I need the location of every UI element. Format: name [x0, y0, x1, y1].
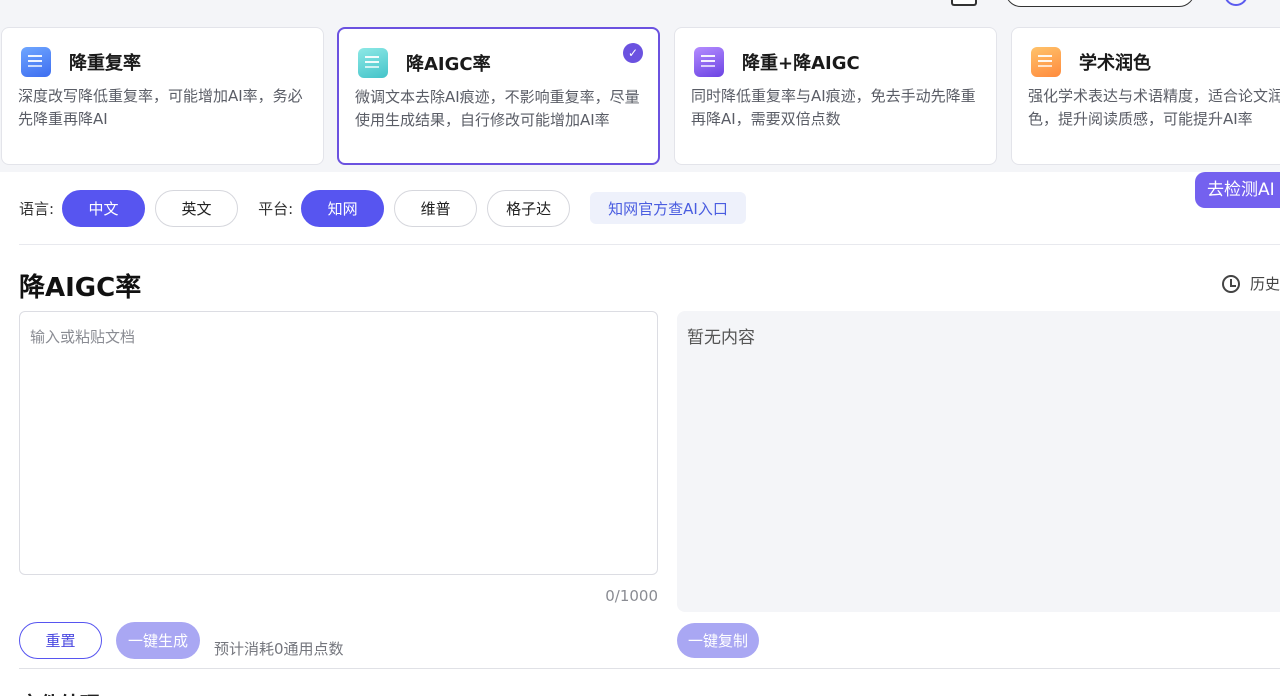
platform-option-vip[interactable]: 维普 — [394, 189, 478, 227]
pen-edit-icon — [1031, 47, 1061, 77]
selected-check-icon: ✓ — [623, 43, 643, 63]
mode-card-desc: 微调文本去除AI痕迹，不影响重复率，尽量使用生成结果，自行修改可能增加AI率 — [355, 88, 640, 129]
mode-card-desc: 同时降低重复率与AI痕迹，免去手动先降重再降AI，需要双倍点数 — [691, 87, 976, 128]
output-empty-text: 暂无内容 — [687, 328, 755, 348]
cost-note: 预计消耗0通用点数 — [214, 640, 344, 658]
history-label: 历史 — [1250, 275, 1280, 293]
language-label: 语言: — [19, 199, 55, 218]
mode-card-list: 降重复率 深度改写降低重复率，可能增加AI率，务必先降重再降AI 降AIGC率 … — [0, 27, 1280, 167]
mode-card-desc: 深度改写降低重复率，可能增加AI率，务必先降重再降AI — [18, 87, 303, 128]
char-count: 0/1000 — [605, 587, 658, 605]
mode-card-desc: 强化学术表达与术语精度，适合论文润色，提升阅读质感，可能提升AI率 — [1028, 87, 1280, 128]
clock-icon — [1222, 274, 1240, 293]
detect-ai-button[interactable]: 去检测AI — [1195, 172, 1280, 208]
mode-card-title: 降重复率 — [69, 53, 141, 74]
mode-card-reduce-repeat[interactable]: 降重复率 深度改写降低重复率，可能增加AI率，务必先降重再降AI — [1, 27, 324, 165]
copy-button[interactable]: 一键复制 — [677, 623, 759, 658]
output-panel: 暂无内容 — [677, 311, 1280, 612]
platform-option-gezida[interactable]: 格子达 — [487, 189, 571, 227]
platform-label: 平台: — [258, 199, 294, 218]
official-ai-check-link[interactable]: 知网官方查AI入口 — [590, 192, 746, 224]
generate-button[interactable]: 一键生成 — [116, 622, 200, 659]
mode-card-title: 学术润色 — [1079, 53, 1151, 74]
divider — [19, 668, 1280, 669]
divider — [19, 244, 1280, 245]
page-title: 降AIGC率 — [19, 273, 142, 303]
mode-card-title: 降重+降AIGC — [742, 53, 860, 74]
doc-down-icon — [21, 47, 51, 77]
user-avatar-icon[interactable] — [1224, 0, 1248, 6]
options-bar: 语言: 中文 英文 平台: 知网 维普 格子达 知网官方查AI入口 — [19, 189, 746, 227]
platform-option-cnki[interactable]: 知网 — [301, 189, 385, 227]
language-option-zh[interactable]: 中文 — [62, 189, 146, 227]
file-section-title: 文件处理 — [20, 688, 100, 696]
history-button[interactable]: 历史 — [1222, 273, 1280, 294]
ai-doc-icon — [358, 48, 388, 78]
text-input[interactable] — [19, 311, 658, 575]
top-search-input[interactable] — [1005, 0, 1195, 7]
reset-button[interactable]: 重置 — [19, 622, 102, 659]
mode-card-reduce-both[interactable]: 降重+降AIGC 同时降低重复率与AI痕迹，免去手动先降重再降AI，需要双倍点数 — [674, 27, 997, 165]
calendar-icon[interactable] — [951, 0, 977, 6]
language-option-en[interactable]: 英文 — [155, 189, 239, 227]
main-panel: 语言: 中文 英文 平台: 知网 维普 格子达 知网官方查AI入口 去检测AI … — [0, 172, 1280, 696]
mode-card-polish[interactable]: 学术润色 强化学术表达与术语精度，适合论文润色，提升阅读质感，可能提升AI率 — [1011, 27, 1280, 165]
ai-doc-down-icon — [694, 47, 724, 77]
mode-card-title: 降AIGC率 — [406, 54, 491, 75]
mode-card-reduce-aigc[interactable]: 降AIGC率 微调文本去除AI痕迹，不影响重复率，尽量使用生成结果，自行修改可能… — [337, 27, 660, 165]
